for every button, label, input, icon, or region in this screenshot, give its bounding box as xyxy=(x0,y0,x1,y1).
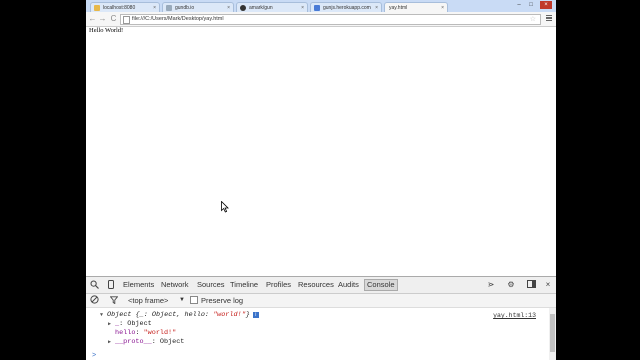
source-link[interactable]: yay.html:13 xyxy=(493,312,536,319)
console-prompt[interactable]: > xyxy=(92,352,96,360)
reload-button[interactable]: C xyxy=(109,14,118,23)
close-icon[interactable]: × xyxy=(301,3,304,12)
tab-sources[interactable]: Sources xyxy=(197,280,225,290)
page-icon xyxy=(314,5,320,11)
tab-label: localhost:8080 xyxy=(103,5,136,11)
tab-label: gunjs.herokuapp.com xyxy=(323,5,371,11)
close-icon[interactable]: × xyxy=(441,3,444,12)
property-key: __proto__ xyxy=(115,338,152,346)
tab-localhost[interactable]: localhost:8080 × xyxy=(90,2,160,12)
frame-select[interactable]: <top frame> xyxy=(128,295,168,306)
maximize-button[interactable]: □ xyxy=(526,1,536,9)
console-output: ▼ Object {_: Object, hello: "world!"} i ya… xyxy=(86,308,546,360)
forward-button[interactable]: → xyxy=(98,14,107,23)
page-content: Hello World! xyxy=(86,27,556,276)
tab-elements[interactable]: Elements xyxy=(123,280,154,290)
console-toolbar: <top frame> ▼ Preserve log xyxy=(86,294,556,308)
object-summary-string: "world!" xyxy=(213,311,246,319)
close-window-button[interactable]: × xyxy=(540,1,552,9)
page-text: Hello World! xyxy=(89,27,124,34)
scrollbar-thumb[interactable] xyxy=(550,314,555,352)
object-summary-prefix: Object { xyxy=(107,311,140,319)
menu-icon[interactable] xyxy=(546,15,552,22)
tab-heroku[interactable]: gunjs.herokuapp.com × xyxy=(310,2,382,12)
page-icon xyxy=(123,16,130,24)
triangle-down-icon[interactable]: ▼ xyxy=(100,312,107,318)
tab-console[interactable]: Console xyxy=(364,279,398,291)
checkbox-box[interactable] xyxy=(190,296,198,304)
object-property-row[interactable]: ▶ _: Object xyxy=(108,320,152,328)
dock-icon[interactable] xyxy=(526,280,536,290)
address-bar[interactable]: file:///C:/Users/Mark/Desktop/yay.html ☆ xyxy=(120,14,541,25)
close-icon[interactable]: × xyxy=(153,3,156,12)
minimize-button[interactable]: – xyxy=(514,1,524,9)
triangle-right-icon[interactable]: ▶ xyxy=(108,339,115,345)
filter-icon[interactable] xyxy=(109,295,119,306)
url-text: file:///C:/Users/Mark/Desktop/yay.html xyxy=(132,16,224,22)
back-button[interactable]: ← xyxy=(88,14,97,23)
tab-timeline[interactable]: Timeline xyxy=(230,280,258,290)
object-summary-body: _: Object, hello: xyxy=(139,311,214,319)
object-property-row: hello: "world!" xyxy=(115,329,177,337)
tab-network[interactable]: Network xyxy=(161,280,189,290)
tab-github-gun[interactable]: amark/gun × xyxy=(236,2,308,12)
github-icon xyxy=(240,5,246,11)
drawer-icon[interactable]: ⋗ xyxy=(486,280,496,290)
property-value: "world!" xyxy=(143,329,177,337)
property-key: hello xyxy=(115,329,136,337)
console-scrollbar[interactable] xyxy=(549,308,556,360)
devtools-tab-bar: Elements Network Sources Timeline Profil… xyxy=(86,277,556,294)
close-icon[interactable]: × xyxy=(227,3,230,12)
page-icon xyxy=(94,5,100,11)
chevron-down-icon[interactable]: ▼ xyxy=(179,295,185,306)
console-log-entry[interactable]: ▼ Object {_: Object, hello: "world!"} i xyxy=(100,311,259,319)
tab-resources[interactable]: Resources xyxy=(298,280,334,290)
info-icon[interactable]: i xyxy=(252,312,259,318)
device-mode-icon[interactable] xyxy=(106,280,116,290)
mouse-cursor-icon xyxy=(221,201,229,213)
tab-profiles[interactable]: Profiles xyxy=(266,280,291,290)
preserve-log-label: Preserve log xyxy=(201,296,244,305)
tab-yay[interactable]: yay.html × xyxy=(384,2,448,12)
devtools-panel: Elements Network Sources Timeline Profil… xyxy=(86,276,556,360)
object-property-row[interactable]: ▶ __proto__: Object xyxy=(108,338,184,346)
tab-gundb[interactable]: gundb.io × xyxy=(162,2,234,12)
triangle-right-icon[interactable]: ▶ xyxy=(108,321,115,327)
object-summary-suffix: } xyxy=(245,311,250,319)
inspect-icon[interactable] xyxy=(89,280,99,290)
tab-audits[interactable]: Audits xyxy=(338,280,359,290)
browser-window: localhost:8080 × gundb.io × amark/gun × … xyxy=(86,0,556,360)
page-icon xyxy=(166,5,172,11)
star-icon[interactable]: ☆ xyxy=(530,15,536,24)
preserve-log-checkbox[interactable]: Preserve log xyxy=(190,295,243,306)
tab-label: amark/gun xyxy=(249,5,273,11)
gear-icon[interactable]: ⚙ xyxy=(506,280,516,290)
tab-strip: localhost:8080 × gundb.io × amark/gun × … xyxy=(86,0,556,12)
tab-label: yay.html xyxy=(389,5,408,11)
browser-toolbar: ← → C file:///C:/Users/Mark/Desktop/yay.… xyxy=(86,12,556,27)
close-icon[interactable]: × xyxy=(543,280,553,290)
clear-console-icon[interactable] xyxy=(90,295,99,306)
property-value: : Object xyxy=(151,338,185,346)
tab-label: gundb.io xyxy=(175,5,195,11)
property-value: : Object xyxy=(119,320,152,328)
close-icon[interactable]: × xyxy=(375,3,378,12)
